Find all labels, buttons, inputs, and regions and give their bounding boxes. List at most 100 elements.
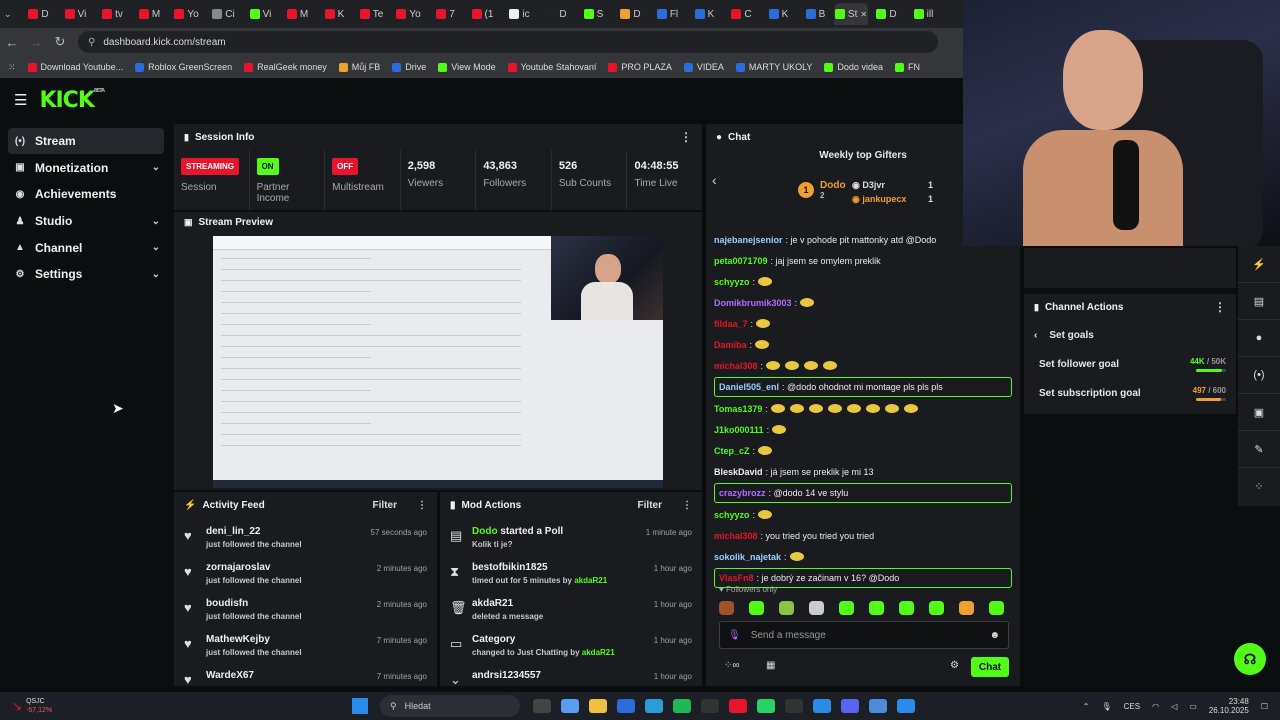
sidebar-item-settings[interactable]: ⚙ Settings ⌄ xyxy=(8,261,164,287)
emote-icon[interactable] xyxy=(903,404,918,413)
bookmark-item[interactable]: MARTY UKOLY xyxy=(735,62,812,72)
browser-tab[interactable]: D xyxy=(612,3,649,25)
taskbar-app-icon[interactable] xyxy=(729,699,747,713)
status-badge[interactable]: STREAMING xyxy=(181,158,239,175)
chat-message[interactable]: schyyzo: xyxy=(714,504,1012,525)
mod-action-by[interactable]: akdaR21 xyxy=(574,576,607,585)
emote-icon[interactable] xyxy=(959,601,974,615)
mod-action-item[interactable]: ▤ Dodo started a Poll Kolik ti je? 1 minute… xyxy=(440,518,702,554)
people-icon[interactable]: ⁘ xyxy=(1238,468,1280,505)
browser-tab[interactable]: ill xyxy=(905,3,942,25)
clipboard-icon[interactable]: ▤ xyxy=(1238,283,1280,320)
mod-action-user[interactable]: akdaR21 xyxy=(472,598,513,609)
emote-icon[interactable] xyxy=(827,404,842,413)
chat-message[interactable]: fildaa_7: xyxy=(714,313,1012,334)
mod-action-user[interactable]: Category xyxy=(472,634,515,645)
browser-tab[interactable]: tv xyxy=(94,3,131,25)
notifications-icon[interactable]: ☐ xyxy=(1261,702,1268,711)
reload-icon[interactable]: ↻ xyxy=(48,30,72,54)
emote-icon[interactable] xyxy=(789,404,804,413)
browser-tab[interactable]: C xyxy=(723,3,760,25)
sidebar-item-channel[interactable]: ▲ Channel ⌄ xyxy=(8,235,164,261)
more-options-icon[interactable]: ⋮ xyxy=(417,500,427,511)
emote-icon[interactable] xyxy=(756,319,771,328)
activity-item[interactable]: ♥ WardeX67 7 minutes ago xyxy=(174,662,437,686)
language-indicator[interactable]: CES xyxy=(1124,702,1140,711)
chat-username[interactable]: Damiba xyxy=(714,340,747,350)
chat-username[interactable]: Ctep_cZ xyxy=(714,446,750,456)
chat-username[interactable]: crazybrozz xyxy=(719,488,766,498)
sidebar-item-achievements[interactable]: ◉ Achievements xyxy=(8,181,164,207)
bookmark-item[interactable]: VIDEA xyxy=(683,62,724,72)
emote-icon[interactable] xyxy=(772,425,787,434)
settings-gear-icon[interactable]: ⚙ xyxy=(950,660,959,671)
chat-message[interactable]: J1ko000111: xyxy=(714,419,1012,440)
chat-message[interactable]: Domikbrumik3003: xyxy=(714,292,1012,313)
back-icon[interactable]: ← xyxy=(0,30,24,54)
emote-icon[interactable] xyxy=(749,601,764,615)
wifi-icon[interactable]: ◠ xyxy=(1152,702,1159,711)
emote-icon[interactable] xyxy=(929,601,944,615)
browser-tab[interactable]: Fl xyxy=(649,3,686,25)
browser-tab[interactable]: D xyxy=(538,3,575,25)
browser-tab[interactable]: S xyxy=(575,3,612,25)
emote-icon[interactable] xyxy=(846,404,861,413)
mod-action-user[interactable]: andrsi1234557 xyxy=(472,670,541,681)
chat-bubble-icon[interactable]: ● xyxy=(1238,320,1280,357)
browser-tab[interactable]: D xyxy=(20,3,57,25)
bookmark-item[interactable]: Youtube Stahovaní xyxy=(507,62,596,72)
taskbar-app-icon[interactable] xyxy=(645,699,663,713)
goal-item[interactable]: Set follower goal 44K / 50K xyxy=(1024,350,1236,379)
stock-widget[interactable]: ↘ QSJC -57,12% xyxy=(12,697,92,715)
send-chat-button[interactable]: Chat xyxy=(971,657,1009,677)
emoji-icon[interactable]: ☻ xyxy=(989,630,1000,641)
taskbar-app-icon[interactable] xyxy=(673,699,691,713)
emote-icon[interactable] xyxy=(808,404,823,413)
browser-tab[interactable]: St ✕ xyxy=(834,3,868,25)
tab-list-icon[interactable]: ⌄ xyxy=(4,9,20,20)
points-icon[interactable]: ⁘∞ xyxy=(724,660,740,671)
emote-icon[interactable] xyxy=(789,552,804,561)
chat-message[interactable]: Daniel505_enl: @dodo ohodnot mi montage … xyxy=(714,377,1012,397)
goal-item[interactable]: Set subscription goal 497 / 600 xyxy=(1024,379,1236,408)
activity-item[interactable]: ♥ deni_lin_22 just followed the channel 57 … xyxy=(174,518,437,554)
emote-icon[interactable] xyxy=(804,361,819,370)
taskbar-app-icon[interactable] xyxy=(841,699,859,713)
chevron-left-icon[interactable]: ‹ xyxy=(712,172,717,188)
mod-action-by[interactable]: akdaR21 xyxy=(582,648,615,657)
start-button[interactable] xyxy=(352,698,368,714)
emote-icon[interactable] xyxy=(869,601,884,615)
monitor-icon[interactable]: ▣ xyxy=(1238,394,1280,431)
activity-username[interactable]: boudisfn xyxy=(206,598,377,609)
more-options-icon[interactable]: ⋮ xyxy=(682,500,692,511)
lightning-icon[interactable]: ⚡ xyxy=(1238,246,1280,283)
browser-tab[interactable]: Te xyxy=(353,3,390,25)
taskbar-app-icon[interactable] xyxy=(561,699,579,713)
kick-logo[interactable]: KICKBETA xyxy=(39,88,105,113)
sidebar-item-monetization[interactable]: ▣ Monetization ⌄ xyxy=(8,155,164,181)
activity-username[interactable]: deni_lin_22 xyxy=(206,526,371,537)
emote-icon[interactable] xyxy=(770,404,785,413)
bookmark-item[interactable]: View Mode xyxy=(438,62,496,72)
mod-action-item[interactable]: 🗑 akdaR21 deleted a message 1 hour ago xyxy=(440,590,702,626)
mod-action-user[interactable]: bestofbikin1825 xyxy=(472,562,548,573)
taskbar-app-icon[interactable] xyxy=(701,699,719,713)
hamburger-menu-icon[interactable]: ☰ xyxy=(14,91,27,109)
sidebar-item-studio[interactable]: ♟ Studio ⌄ xyxy=(8,208,164,234)
chat-username[interactable]: peta0071709 xyxy=(714,256,768,266)
chat-username[interactable]: michal308 xyxy=(714,361,758,371)
browser-tab[interactable]: M xyxy=(131,3,168,25)
microphone-icon[interactable]: 🎙 xyxy=(728,630,741,641)
close-icon[interactable]: ✕ xyxy=(860,10,867,19)
apps-grid-icon[interactable]: ⁙ xyxy=(8,62,16,73)
chat-message[interactable]: crazybrozz: @dodo 14 ve stylu xyxy=(714,483,1012,503)
activity-username[interactable]: MathewKejby xyxy=(206,634,377,645)
emote-icon[interactable] xyxy=(755,340,770,349)
activity-item[interactable]: ♥ zornajaroslav just followed the channel 2… xyxy=(174,554,437,590)
chat-username[interactable]: VlasFn8 xyxy=(719,573,754,583)
taskbar-app-icon[interactable] xyxy=(617,699,635,713)
chat-username[interactable]: schyyzo xyxy=(714,510,750,520)
chat-username[interactable]: schyyzo xyxy=(714,277,750,287)
more-options-icon[interactable]: ⋮ xyxy=(1214,300,1226,314)
chat-message[interactable]: schyyzo: xyxy=(714,271,1012,292)
